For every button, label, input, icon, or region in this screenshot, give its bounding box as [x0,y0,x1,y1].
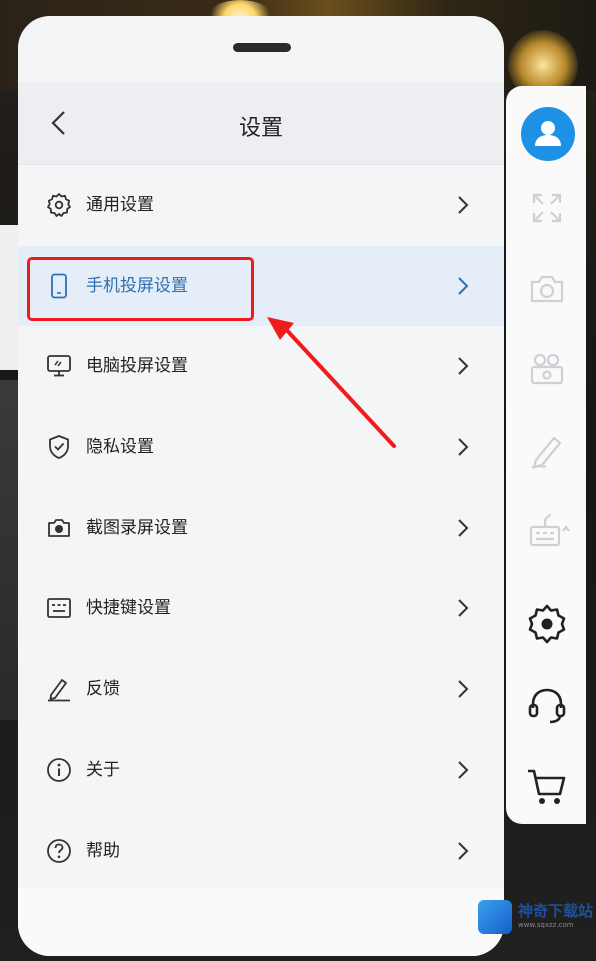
chevron-right-icon [458,357,469,376]
chevron-right-icon [458,519,469,537]
page-title: 设置 [238,116,283,141]
menu-item-label: 关于 [86,759,120,780]
chevron-right-icon [458,196,469,214]
menu-item-screenshot[interactable]: 截图录屏设置 [18,488,504,569]
menu-item-shortcuts[interactable]: 快捷键设置 [18,568,504,649]
pencil-icon [48,679,70,702]
info-icon [47,757,71,782]
settings-header: 设置 [18,82,504,164]
menu-item-about[interactable]: 关于 [18,730,504,811]
menu-item-label: 通用设置 [86,195,154,215]
watermark-logo: 神奇下载站 www.sqxzz.com [478,896,593,936]
help-icon [47,838,71,863]
gear-icon [47,193,71,217]
menu-item-help[interactable]: 帮助 [18,811,504,892]
settings-panel: 设置 通用设置 手机投屏设置 电脑投屏设置 隐私设置 截图录屏设置 快捷键设置 … [18,16,504,956]
settings-icon[interactable] [520,597,574,651]
keyboard-icon [47,598,71,619]
menu-item-label: 反馈 [86,679,120,700]
menu-item-label: 隐私设置 [86,437,154,458]
avatar-icon [535,121,561,146]
pen-icon[interactable] [520,424,574,478]
chevron-right-icon [458,599,469,618]
menu-item-label: 帮助 [86,840,120,861]
support-icon[interactable] [520,678,574,732]
menu-item-feedback[interactable]: 反馈 [18,649,504,730]
drag-handle[interactable] [233,43,291,52]
floating-toolbar [506,86,586,824]
keyboard-icon[interactable] [520,505,574,559]
fullscreen-icon[interactable] [520,181,574,235]
menu-item-label: 电脑投屏设置 [86,356,188,377]
screenshot-icon[interactable] [520,262,574,316]
chevron-right-icon [458,761,469,779]
record-icon[interactable] [520,343,574,397]
watermark-name: 神奇下载站 [518,902,594,920]
cart-icon[interactable] [520,759,574,813]
monitor-icon [47,355,71,377]
watermark-url: www.sqxzz.com [518,921,574,929]
menu-item-label: 快捷键设置 [86,598,171,619]
chevron-right-icon [458,276,469,295]
user-avatar[interactable] [521,107,575,161]
menu-item-label: 截图录屏设置 [86,517,188,538]
chevron-right-icon [458,438,469,456]
chevron-right-icon [458,841,469,860]
highlight-box [27,257,254,321]
menu-item-privacy[interactable]: 隐私设置 [18,407,504,488]
logo-icon [478,900,512,934]
camera-icon [48,518,70,537]
menu-item-pc-cast[interactable]: 电脑投屏设置 [18,326,504,407]
menu-item-general[interactable]: 通用设置 [18,165,504,246]
chevron-right-icon [458,680,469,698]
panel-footer [18,888,504,956]
shield-icon [49,435,69,459]
